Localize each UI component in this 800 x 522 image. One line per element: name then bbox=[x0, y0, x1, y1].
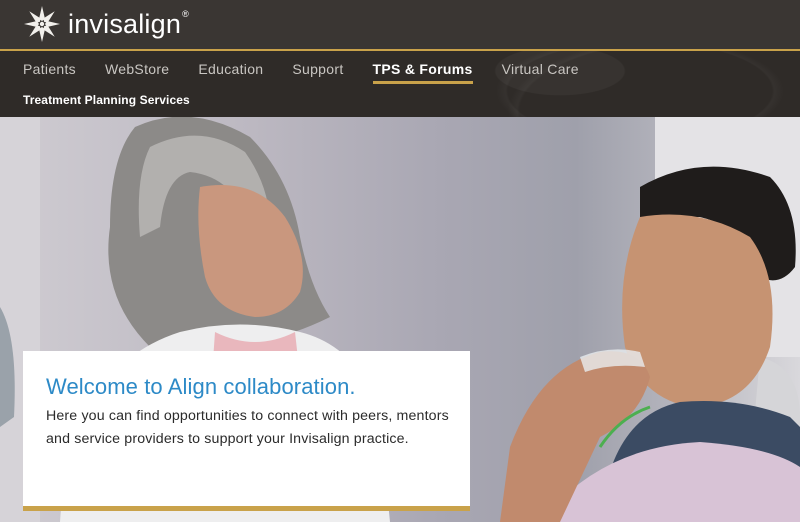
registered-mark: ® bbox=[182, 9, 189, 19]
main-navigation: Patients WebStore Education Support TPS … bbox=[0, 51, 800, 117]
nav-item-patients[interactable]: Patients bbox=[23, 60, 76, 84]
nav-item-webstore[interactable]: WebStore bbox=[105, 60, 169, 84]
top-header: invisalign ® bbox=[0, 0, 800, 49]
nav-menu: Patients WebStore Education Support TPS … bbox=[23, 60, 608, 84]
nav-item-education[interactable]: Education bbox=[198, 60, 263, 84]
welcome-title: Welcome to Align collaboration. bbox=[46, 374, 356, 399]
starburst-logo-icon bbox=[24, 6, 60, 42]
nav-item-support[interactable]: Support bbox=[292, 60, 343, 84]
nav-item-virtual-care[interactable]: Virtual Care bbox=[502, 60, 579, 84]
nav-item-tps-forums[interactable]: TPS & Forums bbox=[372, 60, 473, 84]
welcome-card: Welcome to Align collaboration. Here you… bbox=[23, 351, 470, 511]
logo-wordmark: invisalign bbox=[68, 8, 182, 39]
subnav-treatment-planning-services[interactable]: Treatment Planning Services bbox=[23, 93, 190, 107]
invisalign-logo[interactable]: invisalign ® bbox=[22, 3, 189, 45]
hero-banner: Welcome to Align collaboration. Here you… bbox=[0, 117, 800, 522]
welcome-description: Here you can find opportunities to conne… bbox=[46, 408, 449, 447]
